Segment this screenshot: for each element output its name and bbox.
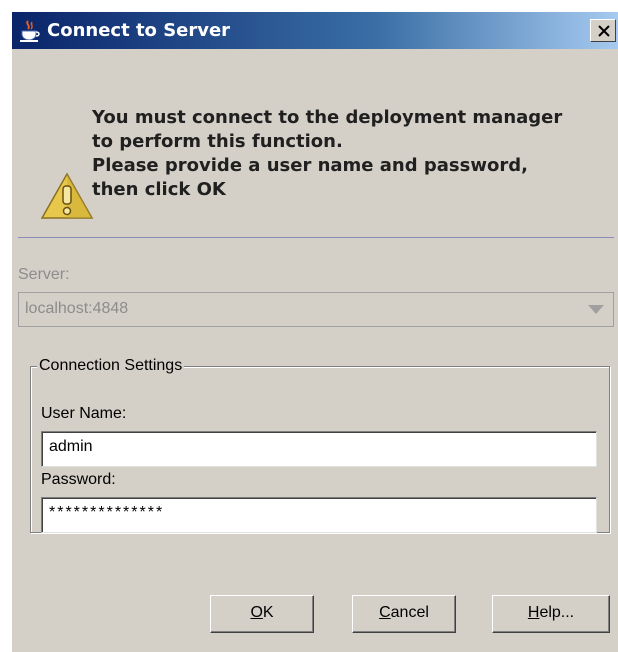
help-button[interactable]: Help... (492, 595, 610, 633)
message-line: You must connect to the deployment manag… (92, 107, 563, 128)
dropdown-button[interactable] (579, 293, 613, 326)
ok-button[interactable]: OK (210, 595, 314, 633)
cancel-button[interactable]: Cancel (352, 595, 456, 633)
java-cup-icon (18, 19, 42, 43)
username-label: User Name: (41, 405, 127, 422)
chevron-down-icon (588, 305, 604, 314)
message-line: to perform this function. (92, 131, 343, 152)
warning-icon (40, 172, 94, 220)
message-line: Please provide a user name and password, (92, 155, 528, 176)
username-field[interactable]: admin (41, 431, 597, 467)
ok-label: K (262, 604, 274, 621)
help-mnemonic: H (527, 604, 540, 621)
server-value: localhost:4848 (25, 300, 129, 317)
connection-settings-group: Connection Settings User Name: admin Pas… (30, 357, 610, 533)
server-label: Server: (18, 266, 70, 283)
title-bar[interactable]: Connect to Server (12, 12, 618, 49)
separator (18, 237, 614, 238)
connect-dialog: Connect to Server You must connect to th… (12, 12, 618, 652)
message-text: You must connect to the deployment manag… (92, 106, 612, 202)
server-dropdown[interactable]: localhost:4848 (18, 292, 614, 327)
message-line: then click OK (92, 179, 226, 200)
help-label: elp... (539, 604, 575, 621)
connection-settings-legend: Connection Settings (37, 357, 185, 375)
ok-mnemonic: O (250, 604, 263, 621)
close-button[interactable] (590, 19, 616, 42)
cancel-label: ancel (390, 604, 429, 621)
cancel-mnemonic: C (379, 604, 391, 621)
window-title: Connect to Server (47, 20, 231, 41)
password-field[interactable]: ************** (41, 497, 597, 533)
password-label: Password: (41, 471, 116, 488)
close-icon (598, 25, 610, 37)
